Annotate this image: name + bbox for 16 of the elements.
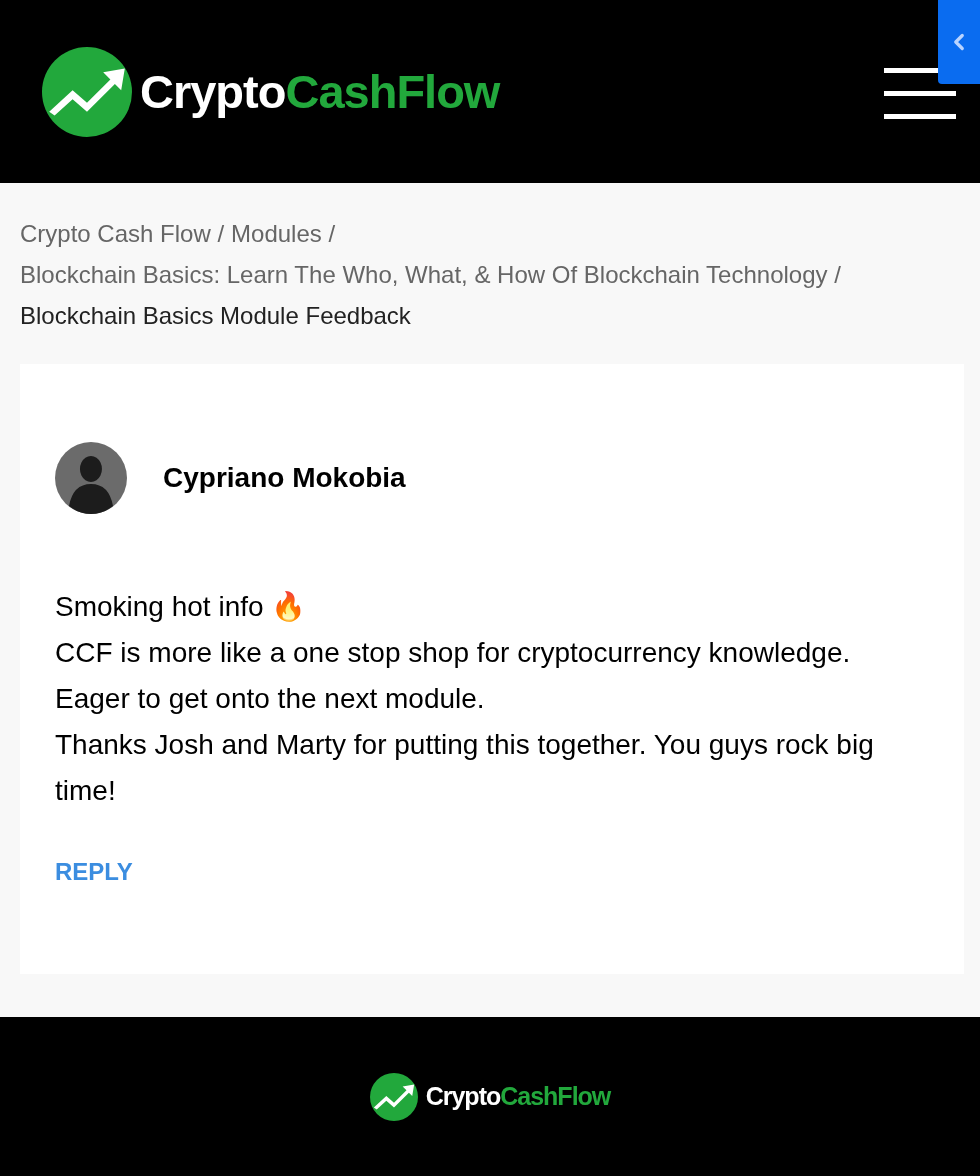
comment-text: Eager to get onto the next module. — [55, 682, 486, 716]
current-page-title: Blockchain Basics Module Feedback — [20, 302, 411, 329]
breadcrumb-separator: / — [327, 220, 336, 247]
breadcrumb-link[interactable]: Modules — [231, 220, 322, 247]
menu-icon[interactable] — [884, 68, 956, 119]
comment-author: Cypriano Mokobia — [163, 461, 406, 495]
logo-text: CryptoCashFlow — [425, 1084, 611, 1109]
comment-text: Smoking hot info 🔥 — [55, 590, 308, 624]
reply-link[interactable]: REPLY — [55, 854, 133, 890]
avatar-silhouette-icon — [55, 442, 127, 514]
breadcrumb-separator: / — [216, 220, 225, 247]
breadcrumb-link[interactable]: Blockchain Basics: Learn The Who, What, & How Of Blockchain Technology — [20, 261, 828, 288]
breadcrumb-separator: / — [833, 261, 841, 288]
breadcrumb-link[interactable]: Crypto Cash Flow — [20, 220, 211, 247]
comment-text: Thanks Josh and Marty for putting this together. You guys rock big time! — [55, 728, 875, 808]
comment-text: CCF is more like a one stop shop for cryptocurrency knowledge. — [55, 636, 852, 670]
